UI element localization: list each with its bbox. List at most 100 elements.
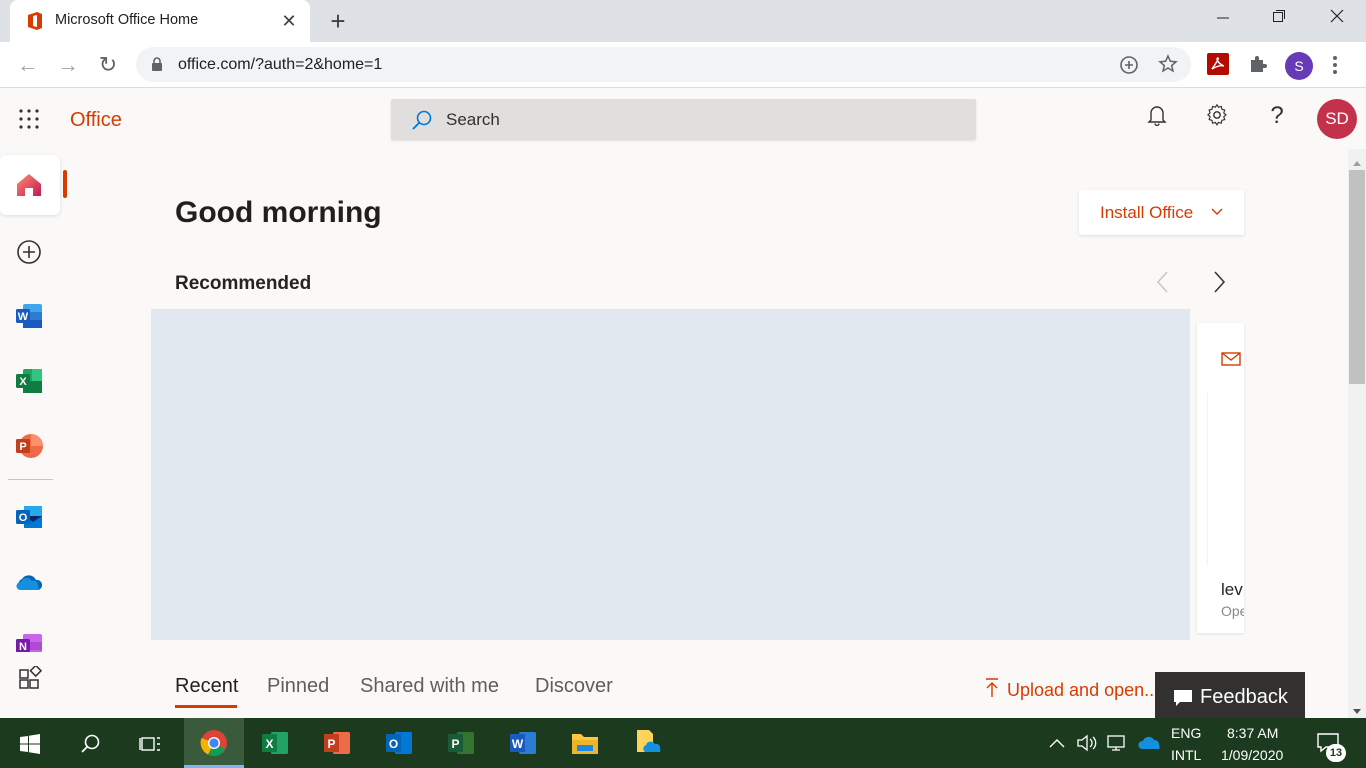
notifications-bell-icon[interactable]	[1142, 104, 1172, 134]
bookmark-star-icon[interactable]	[1158, 54, 1178, 79]
taskbar-word[interactable]: W	[493, 718, 553, 768]
browser-tab-strip: Microsoft Office Home ✕ +	[0, 0, 1366, 42]
all-apps-icon	[18, 664, 43, 695]
taskbar-file-explorer[interactable]	[555, 718, 615, 768]
carousel-prev-icon[interactable]	[1155, 270, 1171, 299]
add-icon[interactable]	[1119, 55, 1139, 80]
taskbar-chrome[interactable]	[184, 718, 244, 768]
close-window-icon[interactable]	[1317, 6, 1357, 34]
lock-icon	[151, 57, 163, 77]
chrome-menu-icon[interactable]	[1332, 55, 1338, 80]
rail-outlook[interactable]: O	[0, 487, 60, 547]
card-title: lev	[1221, 580, 1243, 599]
chrome-icon	[200, 729, 228, 762]
taskbar-powerpoint[interactable]: P	[307, 718, 367, 768]
keyboard-layout-indicator[interactable]: INTL	[1171, 747, 1201, 763]
address-bar[interactable]: office.com/?auth=2&home=1	[136, 47, 1191, 82]
taskbar-search[interactable]	[60, 718, 120, 768]
left-app-rail: W X P O N	[0, 149, 67, 719]
rail-onedrive[interactable]	[0, 552, 60, 612]
tab-pinned[interactable]: Pinned	[267, 675, 329, 698]
svg-text:P: P	[19, 441, 26, 453]
onedrive-tray-icon[interactable]	[1137, 736, 1161, 755]
search-icon	[80, 733, 102, 760]
search-box[interactable]: Search	[391, 99, 976, 140]
taskbar-excel[interactable]: X	[245, 718, 305, 768]
svg-text:N: N	[19, 641, 27, 652]
svg-text:O: O	[389, 737, 398, 751]
help-icon[interactable]: ?	[1262, 104, 1292, 134]
onedrive-folder-icon	[635, 728, 663, 761]
app-launcher-waffle-icon[interactable]	[19, 109, 39, 134]
onedrive-icon	[14, 572, 44, 597]
svg-text:X: X	[19, 376, 27, 388]
forward-icon[interactable]: →	[55, 52, 81, 78]
search-icon	[411, 109, 433, 136]
feedback-chat-icon	[1173, 689, 1193, 712]
windows-logo-icon	[20, 734, 40, 759]
restore-icon[interactable]	[1259, 6, 1299, 34]
office-brand-link[interactable]: Office	[70, 109, 122, 132]
upload-label: Upload and open...	[1007, 680, 1160, 700]
rail-onenote[interactable]: N	[0, 617, 60, 652]
clock-time[interactable]: 8:37 AM	[1227, 725, 1278, 741]
onenote-icon: N	[15, 633, 43, 652]
powerpoint-icon: P	[15, 433, 43, 464]
recommended-card-peek[interactable]: lev Ope	[1197, 323, 1244, 633]
home-icon	[16, 172, 42, 203]
rail-powerpoint[interactable]: P	[0, 416, 60, 476]
feedback-button[interactable]: Feedback	[1155, 672, 1305, 718]
clock-date[interactable]: 1/09/2020	[1221, 747, 1283, 763]
scrollbar-thumb[interactable]	[1349, 170, 1365, 384]
minimize-icon[interactable]	[1203, 6, 1243, 34]
card-preview	[1207, 393, 1244, 565]
rail-word[interactable]: W	[0, 286, 60, 346]
reload-icon[interactable]: ↻	[95, 52, 121, 78]
network-icon[interactable]	[1107, 734, 1129, 757]
close-tab-icon[interactable]: ✕	[278, 10, 300, 32]
recommended-banner[interactable]	[151, 309, 1190, 640]
language-indicator[interactable]: ENG	[1171, 725, 1201, 741]
svg-text:W: W	[512, 737, 524, 751]
user-avatar[interactable]: SD	[1317, 99, 1357, 139]
start-button[interactable]	[0, 718, 60, 768]
rail-create[interactable]	[0, 221, 60, 281]
svg-text:P: P	[451, 737, 459, 751]
feedback-label: Feedback	[1200, 686, 1288, 708]
excel-icon: X	[261, 729, 289, 762]
tab-recent[interactable]: Recent	[175, 675, 238, 698]
taskbar-outlook[interactable]: O	[369, 718, 429, 768]
project-icon: P	[447, 729, 475, 762]
extensions-puzzle-icon[interactable]	[1248, 54, 1268, 79]
pdf-extension-icon[interactable]	[1207, 53, 1229, 80]
recommended-heading: Recommended	[175, 273, 312, 294]
taskbar-project[interactable]: P	[431, 718, 491, 768]
rail-home[interactable]	[0, 155, 60, 215]
taskbar-onedrive-folder[interactable]	[617, 718, 677, 768]
rail-all-apps[interactable]	[0, 652, 60, 712]
install-office-button[interactable]: Install Office	[1079, 190, 1244, 235]
create-plus-icon	[16, 239, 42, 270]
powerpoint-icon: P	[323, 729, 351, 762]
chrome-profile-avatar[interactable]: S	[1285, 52, 1313, 80]
excel-icon: X	[15, 368, 43, 399]
active-indicator	[63, 170, 67, 198]
notification-count-badge: 13	[1326, 744, 1346, 762]
back-icon[interactable]: ←	[15, 52, 41, 78]
new-tab-button[interactable]: +	[326, 8, 350, 34]
card-subtitle: Ope	[1221, 603, 1244, 619]
carousel-next-icon[interactable]	[1211, 270, 1227, 299]
show-hidden-icons-icon[interactable]	[1049, 736, 1065, 754]
tab-discover[interactable]: Discover	[535, 675, 613, 698]
tab-title: Microsoft Office Home	[55, 12, 199, 28]
search-placeholder: Search	[446, 110, 500, 129]
tab-shared-with-me[interactable]: Shared with me	[360, 675, 499, 698]
browser-tab[interactable]: Microsoft Office Home ✕	[10, 0, 310, 42]
task-view-icon	[139, 733, 161, 760]
task-view-button[interactable]	[120, 718, 180, 768]
svg-text:X: X	[265, 737, 273, 751]
upload-and-open-button[interactable]: Upload and open...	[985, 677, 1159, 704]
volume-icon[interactable]	[1076, 734, 1100, 757]
settings-gear-icon[interactable]	[1202, 103, 1232, 134]
rail-excel[interactable]: X	[0, 351, 60, 411]
